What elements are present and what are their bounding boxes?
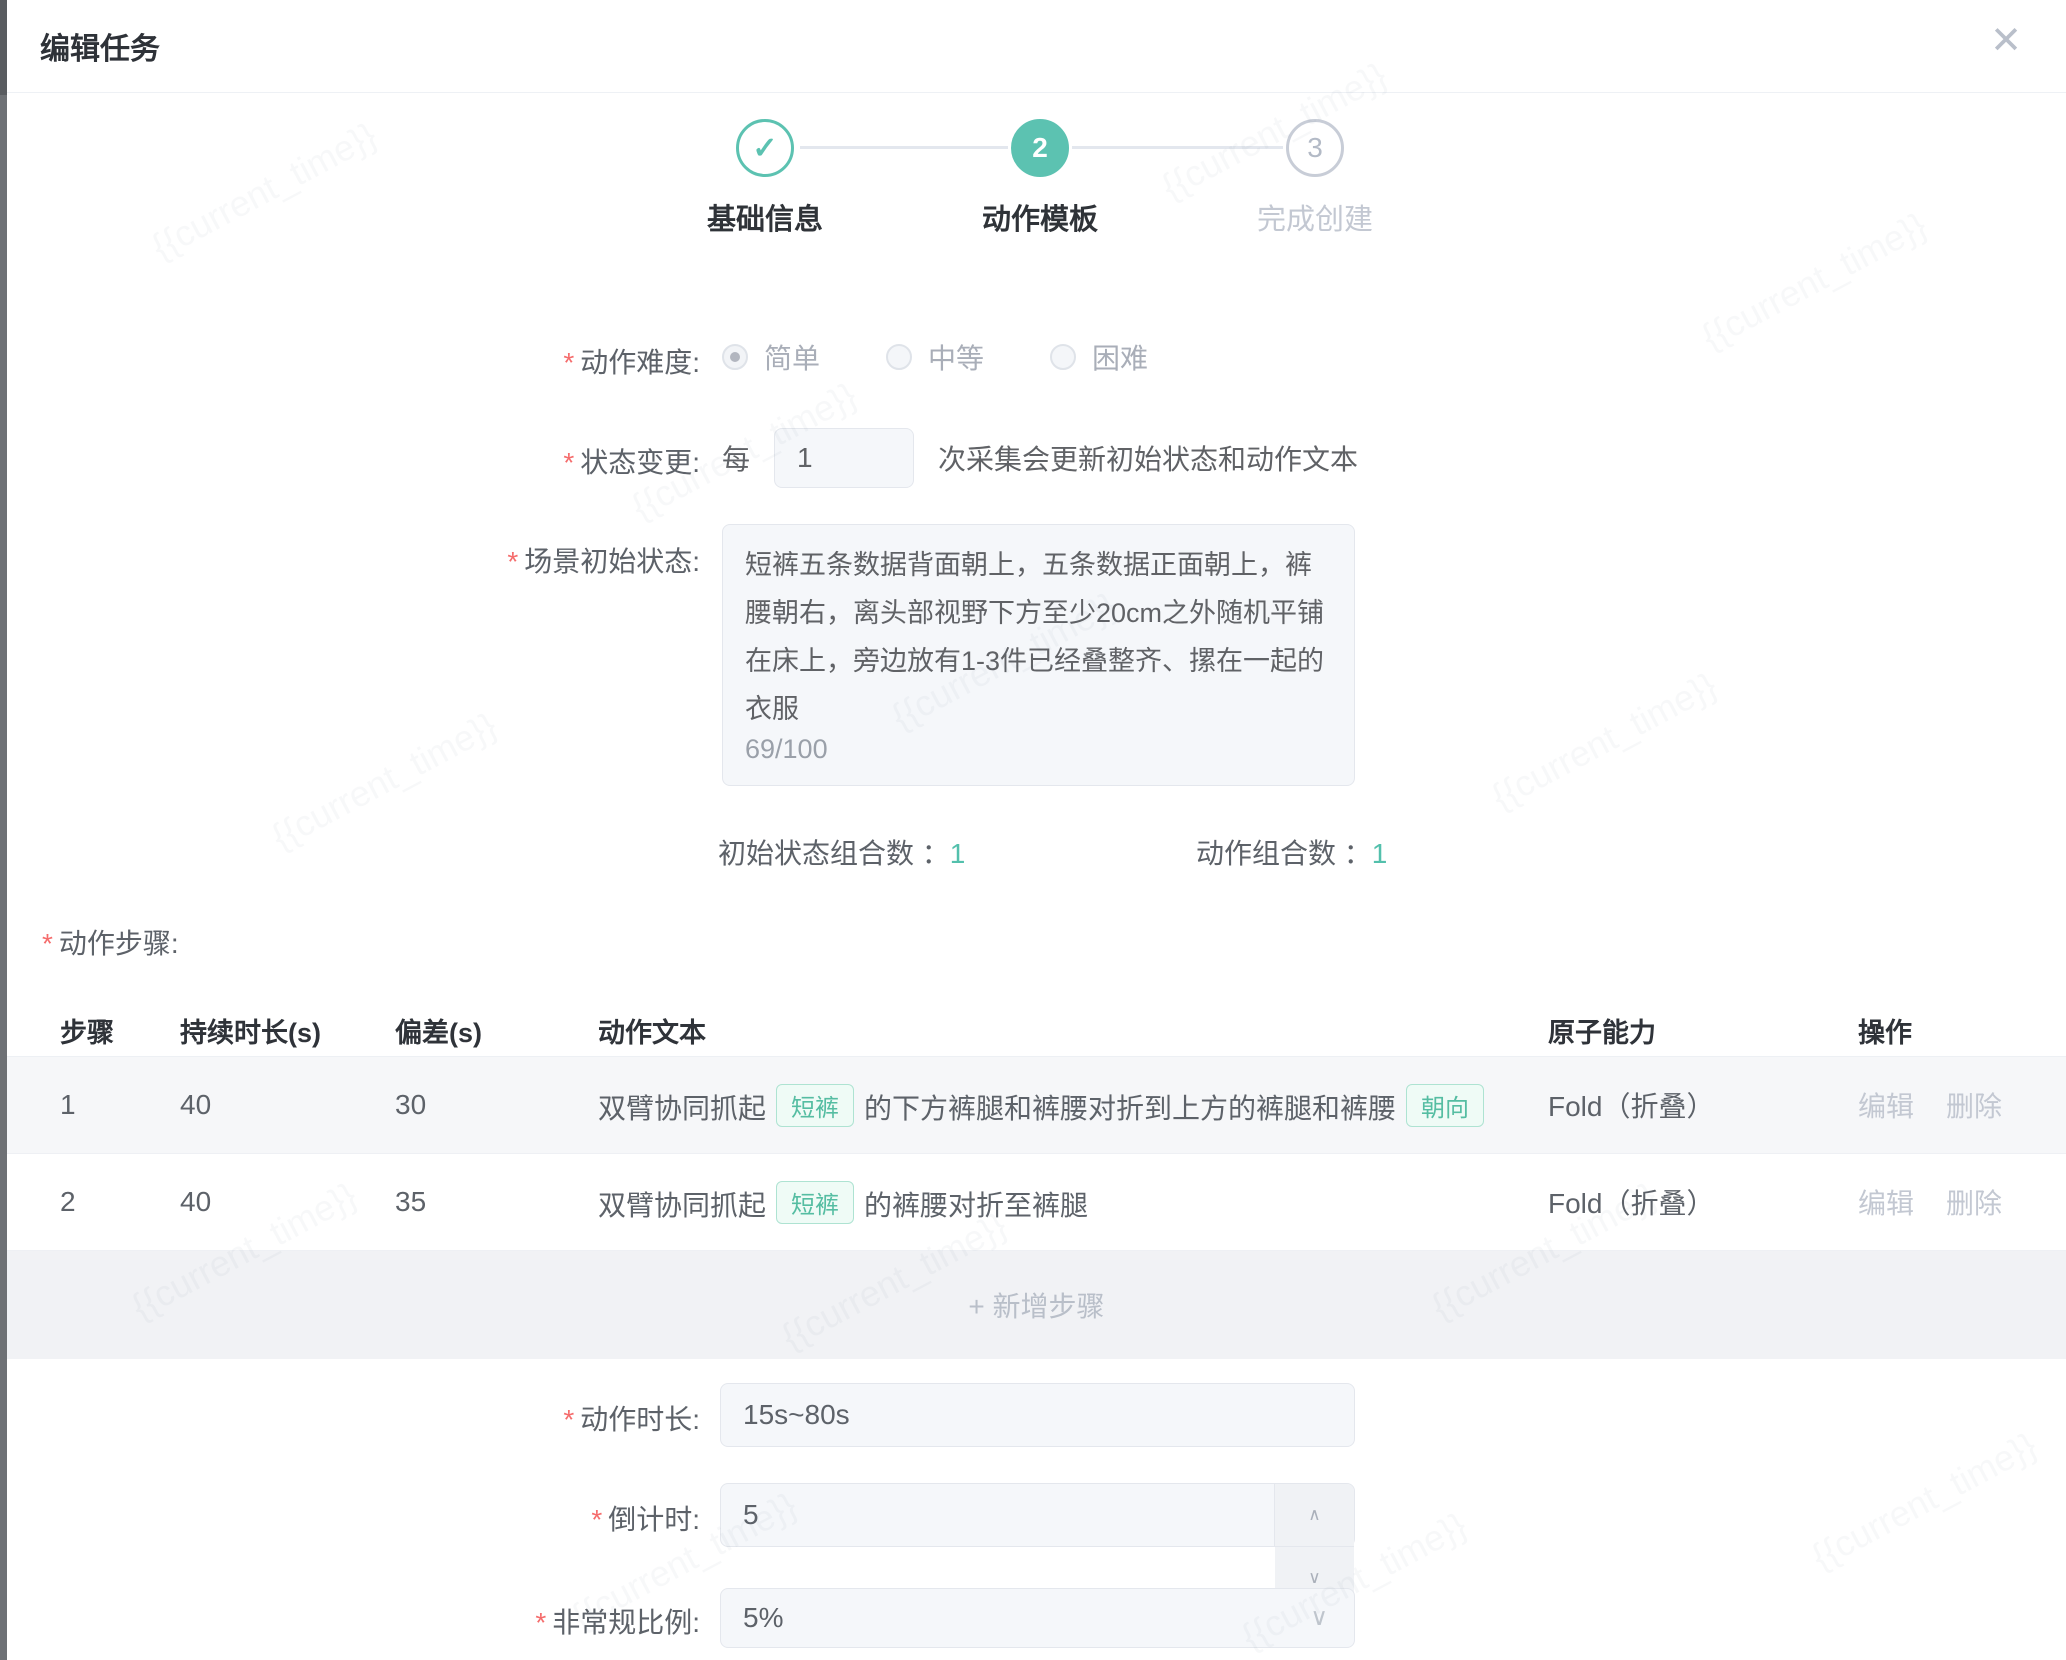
radio-difficulty-1[interactable]: 中等 (886, 337, 984, 377)
cell-step: 2 (60, 1186, 180, 1218)
action-combo-value: 1 (1372, 838, 1388, 869)
delete-link[interactable]: 删除 (1946, 1085, 2002, 1125)
cell-actions: 编辑删除 (1858, 1182, 2066, 1222)
col-step: 步骤 (60, 1011, 180, 1050)
countdown-label: *倒计时: (40, 1498, 700, 1538)
state-change-label: *状态变更: (40, 441, 700, 481)
col-action-text: 动作文本 (598, 1011, 1548, 1050)
difficulty-label: *动作难度: (40, 341, 700, 381)
state-change-prefix: 每 (722, 438, 750, 478)
check-icon: ✓ (752, 131, 777, 166)
step-2-label: 动作模板 (920, 196, 1160, 238)
delete-link[interactable]: 删除 (1946, 1182, 2002, 1222)
dialog-title: 编辑任务 (40, 24, 160, 68)
table-row: 24035双臂协同抓起短裤的裤腰对折至裤腿Fold（折叠）编辑删除 (7, 1154, 2066, 1251)
page-edge-strip (0, 0, 7, 1660)
edit-link[interactable]: 编辑 (1858, 1182, 1914, 1222)
cell-ability: Fold（折叠） (1548, 1182, 1858, 1222)
cell-actions: 编辑删除 (1858, 1085, 2066, 1125)
object-tag: 朝向 (1406, 1084, 1484, 1127)
watermark-text: {{current_time}} (1155, 54, 1394, 208)
watermark-text: {{current_time}} (1805, 1424, 2044, 1578)
state-change-input[interactable]: 1 (774, 428, 914, 488)
watermark-text: {{current_time}} (265, 704, 504, 858)
edit-link[interactable]: 编辑 (1858, 1085, 1914, 1125)
cell-action-text: 双臂协同抓起短裤的裤腰对折至裤腿 (598, 1181, 1548, 1224)
scene-init-textarea[interactable]: 短裤五条数据背面朝上，五条数据正面朝上，裤腰朝右，离头部视野下方至少20cm之外… (722, 524, 1355, 786)
object-tag: 短裤 (776, 1181, 854, 1224)
cell-ability: Fold（折叠） (1548, 1085, 1858, 1125)
watermark-text: {{current_time}} (145, 114, 384, 268)
init-combo-value: 1 (950, 838, 966, 869)
cell-deviation: 30 (395, 1089, 598, 1121)
action-text: 双臂协同抓起 (598, 1190, 766, 1221)
scene-init-label: *场景初始状态: (40, 540, 700, 580)
radio-circle-icon (886, 344, 912, 370)
cell-action-text: 双臂协同抓起短裤的下方裤腿和裤腰对折到上方的裤腿和裤腰朝向 (598, 1084, 1548, 1127)
header-divider (7, 92, 2066, 93)
radio-label: 中等 (928, 337, 984, 377)
unusual-ratio-select[interactable]: 5% ∨ (720, 1588, 1355, 1648)
radio-difficulty-0[interactable]: 简单 (722, 337, 820, 377)
step-1-label: 基础信息 (645, 196, 885, 238)
action-steps-table: 步骤 持续时长(s) 偏差(s) 动作文本 原子能力 操作 14030双臂协同抓… (7, 1005, 2066, 1359)
step-3-number: 3 (1307, 132, 1323, 164)
duration-input[interactable]: 15s~80s (720, 1383, 1355, 1447)
col-ability: 原子能力 (1548, 1011, 1858, 1050)
col-deviation: 偏差(s) (395, 1011, 598, 1050)
number-spinner: ∧ ∨ (1274, 1484, 1354, 1546)
action-text: 的裤腰对折至裤腿 (864, 1190, 1088, 1221)
col-operation: 操作 (1858, 1011, 2066, 1050)
unusual-ratio-label: *非常规比例: (40, 1601, 700, 1641)
table-row: 14030双臂协同抓起短裤的下方裤腿和裤腰对折到上方的裤腿和裤腰朝向Fold（折… (7, 1057, 2066, 1154)
required-mark: * (563, 347, 574, 378)
action-text: 双臂协同抓起 (598, 1093, 766, 1124)
difficulty-radio-group: 简单 中等 困难 (722, 337, 1148, 377)
state-change-row: 每 1 次采集会更新初始状态和动作文本 (722, 428, 1358, 488)
radio-circle-icon (1050, 344, 1076, 370)
cell-duration: 40 (180, 1089, 395, 1121)
watermark-text: {{current_time}} (1485, 664, 1724, 818)
step-3-label: 完成创建 (1195, 196, 1435, 238)
radio-label: 简单 (764, 337, 820, 377)
stepper-connector-1 (800, 146, 1008, 149)
action-steps-label: *动作步骤: (42, 922, 179, 962)
add-step-button[interactable]: + 新增步骤 (7, 1251, 2066, 1359)
spinner-up-button[interactable]: ∧ (1275, 1484, 1354, 1547)
radio-circle-icon (722, 344, 748, 370)
step-2-number: 2 (1032, 132, 1048, 164)
action-combo-count: 动作组合数 ：1 (1196, 832, 1387, 872)
stepper-connector-2 (1072, 146, 1283, 149)
duration-label: *动作时长: (40, 1398, 700, 1438)
scene-init-text: 短裤五条数据背面朝上，五条数据正面朝上，裤腰朝右，离头部视野下方至少20cm之外… (745, 541, 1332, 733)
char-counter: 69/100 (745, 725, 828, 773)
close-icon[interactable]: ✕ (1990, 22, 2022, 60)
countdown-input[interactable]: 5 ∧ ∨ (720, 1483, 1355, 1547)
step-1-circle: ✓ (736, 119, 794, 177)
radio-difficulty-2[interactable]: 困难 (1050, 337, 1148, 377)
step-3-circle: 3 (1286, 119, 1344, 177)
cell-step: 1 (60, 1089, 180, 1121)
watermark-text: {{current_time}} (1695, 204, 1934, 358)
select-chevron-down-icon: ∨ (1310, 1589, 1328, 1647)
object-tag: 短裤 (776, 1084, 854, 1127)
step-2-circle: 2 (1011, 119, 1069, 177)
chevron-up-icon: ∧ (1308, 1484, 1320, 1546)
state-change-suffix: 次采集会更新初始状态和动作文本 (938, 438, 1358, 478)
init-combo-count: 初始状态组合数 ：1 (718, 832, 965, 872)
action-text: 的下方裤腿和裤腰对折到上方的裤腿和裤腰 (864, 1093, 1396, 1124)
cell-duration: 40 (180, 1186, 395, 1218)
table-header-row: 步骤 持续时长(s) 偏差(s) 动作文本 原子能力 操作 (7, 1005, 2066, 1057)
col-duration: 持续时长(s) (180, 1011, 395, 1050)
radio-label: 困难 (1092, 337, 1148, 377)
cell-deviation: 35 (395, 1186, 598, 1218)
